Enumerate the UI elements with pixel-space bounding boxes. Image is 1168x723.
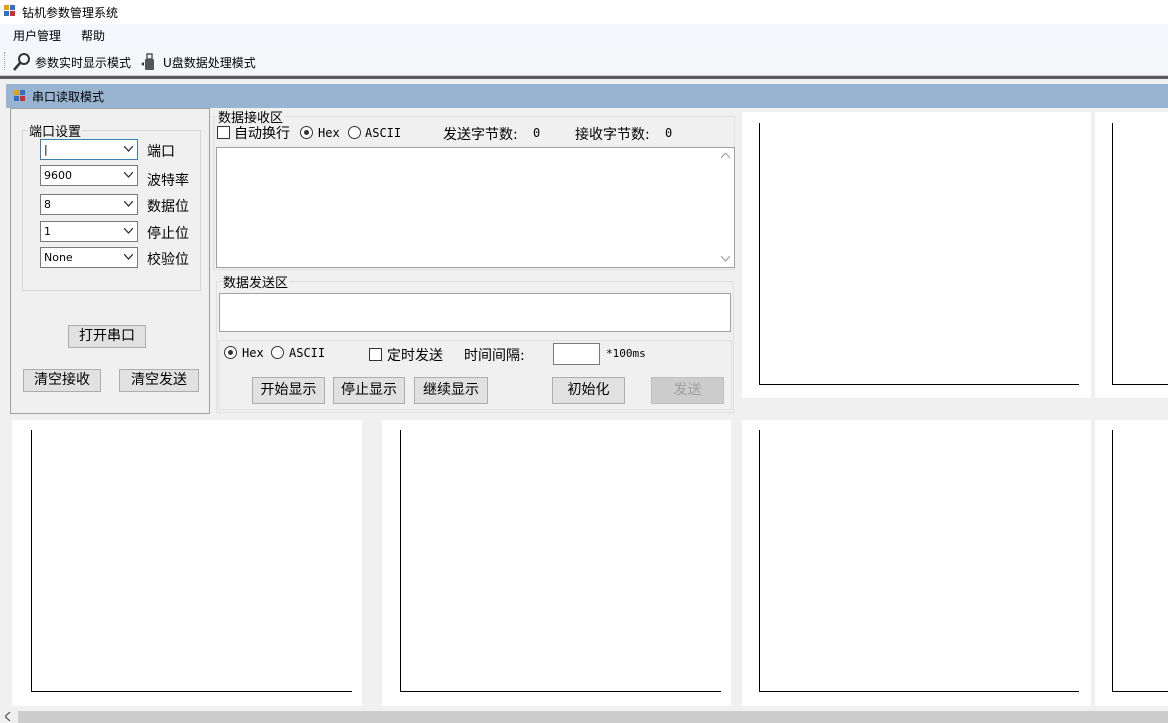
send-button[interactable]: 发送 bbox=[651, 377, 724, 404]
send-hex-label: Hex bbox=[242, 346, 264, 360]
stop-display-button[interactable]: 停止显示 bbox=[333, 377, 405, 404]
chart-3-y-axis bbox=[31, 430, 32, 692]
port-combo-value: | bbox=[44, 143, 48, 156]
send-legend: 数据发送区 bbox=[223, 276, 289, 291]
port-settings-legend: 端口设置 bbox=[29, 125, 82, 140]
chevron-down-icon bbox=[124, 146, 133, 152]
port-label: 端口 bbox=[147, 144, 175, 160]
interval-input[interactable] bbox=[553, 343, 600, 365]
menu-user-management[interactable]: 用户管理 bbox=[13, 27, 61, 44]
recv-bytes-value: 0 bbox=[665, 126, 673, 140]
udisk-mode-label: U盘数据处理模式 bbox=[163, 55, 256, 70]
parity-combo-value: None bbox=[44, 251, 73, 264]
chevron-down-icon bbox=[124, 228, 133, 234]
stopbits-label: 停止位 bbox=[147, 226, 189, 242]
stopbits-combo[interactable]: 1 bbox=[40, 221, 138, 242]
baud-combo-value: 9600 bbox=[44, 169, 72, 182]
continue-display-button[interactable]: 继续显示 bbox=[414, 377, 488, 404]
receive-scrollbar[interactable] bbox=[717, 148, 734, 267]
chart-6-x-axis bbox=[1112, 691, 1168, 692]
chevron-down-icon bbox=[124, 172, 133, 178]
menu-bar: 用户管理 帮助 bbox=[0, 24, 1168, 46]
app-icon bbox=[4, 5, 17, 18]
databits-label: 数据位 bbox=[147, 199, 189, 215]
probe-icon bbox=[13, 53, 30, 71]
horizontal-scrollbar[interactable] bbox=[0, 709, 1168, 723]
mdi-border bbox=[0, 76, 1168, 79]
window-title: 钻机参数管理系统 bbox=[22, 6, 119, 20]
chart-6-y-axis bbox=[1112, 430, 1113, 692]
chart-panel-4 bbox=[382, 420, 731, 706]
scroll-down-icon[interactable] bbox=[721, 256, 730, 262]
init-button[interactable]: 初始化 bbox=[552, 377, 625, 404]
receive-ascii-radio[interactable] bbox=[348, 126, 361, 139]
receive-textarea[interactable] bbox=[216, 147, 735, 268]
interval-label: 时间间隔: bbox=[464, 348, 525, 364]
parity-label: 校验位 bbox=[147, 252, 189, 268]
chart-5-y-axis bbox=[759, 430, 760, 692]
chart-3-x-axis bbox=[31, 691, 352, 692]
scroll-left-icon[interactable] bbox=[5, 712, 11, 721]
chart-2-y-axis bbox=[1112, 123, 1113, 385]
chart-2-x-axis bbox=[1112, 384, 1168, 385]
chart-panel-2 bbox=[1095, 112, 1168, 398]
menu-help[interactable]: 帮助 bbox=[81, 27, 105, 44]
realtime-mode-button[interactable]: 参数实时显示模式 bbox=[12, 51, 131, 73]
send-ascii-label: ASCII bbox=[289, 346, 326, 360]
chevron-down-icon bbox=[124, 254, 133, 260]
chevron-down-icon bbox=[124, 201, 133, 207]
chart-1-y-axis bbox=[759, 123, 760, 385]
interval-unit: *100ms bbox=[606, 347, 646, 360]
start-display-button[interactable]: 开始显示 bbox=[252, 377, 325, 404]
parity-combo[interactable]: None bbox=[40, 247, 138, 268]
open-port-button[interactable]: 打开串口 bbox=[68, 325, 146, 348]
child-window-icon bbox=[14, 90, 25, 101]
timed-send-label: 定时发送 bbox=[387, 348, 443, 364]
chart-panel-6 bbox=[1095, 420, 1168, 706]
databits-combo[interactable]: 8 bbox=[40, 194, 138, 215]
serial-settings-panel: 端口设置 | 端口 9600 波特率 8 数据位 1 停止位 None 校验位 … bbox=[10, 108, 210, 414]
chart-panel-1 bbox=[742, 112, 1091, 398]
stopbits-combo-value: 1 bbox=[44, 225, 51, 238]
realtime-mode-label: 参数实时显示模式 bbox=[35, 55, 132, 70]
auto-newline-label: 自动换行 bbox=[234, 126, 290, 142]
clear-receive-button[interactable]: 清空接收 bbox=[23, 369, 101, 392]
databits-combo-value: 8 bbox=[44, 198, 51, 211]
chart-1-x-axis bbox=[759, 384, 1079, 385]
chart-4-x-axis bbox=[400, 691, 721, 692]
toolbar: 参数实时显示模式 U盘数据处理模式 bbox=[0, 46, 1168, 76]
send-textarea[interactable] bbox=[219, 293, 731, 332]
recv-bytes-label: 接收字节数: bbox=[575, 127, 650, 143]
usb-drive-icon bbox=[141, 53, 154, 70]
receive-ascii-label: ASCII bbox=[365, 126, 402, 140]
title-bar: 钻机参数管理系统 bbox=[0, 0, 1168, 24]
chart-panel-5 bbox=[742, 420, 1091, 706]
clear-send-button[interactable]: 清空发送 bbox=[119, 369, 199, 392]
baud-label: 波特率 bbox=[147, 173, 189, 189]
receive-hex-radio[interactable] bbox=[300, 126, 313, 139]
child-window-title: 串口读取模式 bbox=[32, 90, 105, 104]
baud-combo[interactable]: 9600 bbox=[40, 165, 138, 186]
port-combo[interactable]: | bbox=[40, 139, 138, 160]
scrollbar-thumb[interactable] bbox=[18, 711, 1168, 723]
sent-bytes-value: 0 bbox=[533, 126, 541, 140]
auto-newline-checkbox[interactable] bbox=[217, 126, 230, 139]
scroll-up-icon[interactable] bbox=[721, 153, 730, 159]
chart-5-x-axis bbox=[759, 691, 1079, 692]
chart-4-y-axis bbox=[400, 430, 401, 692]
udisk-mode-button[interactable]: U盘数据处理模式 bbox=[140, 51, 256, 73]
child-window-titlebar: 串口读取模式 bbox=[6, 84, 1168, 108]
toolbar-grip bbox=[4, 52, 6, 70]
send-ascii-radio[interactable] bbox=[271, 346, 284, 359]
receive-hex-label: Hex bbox=[318, 126, 340, 140]
timed-send-checkbox[interactable] bbox=[369, 348, 382, 361]
send-hex-radio[interactable] bbox=[224, 346, 237, 359]
chart-panel-3 bbox=[12, 420, 362, 706]
sent-bytes-label: 发送字节数: bbox=[443, 127, 518, 143]
